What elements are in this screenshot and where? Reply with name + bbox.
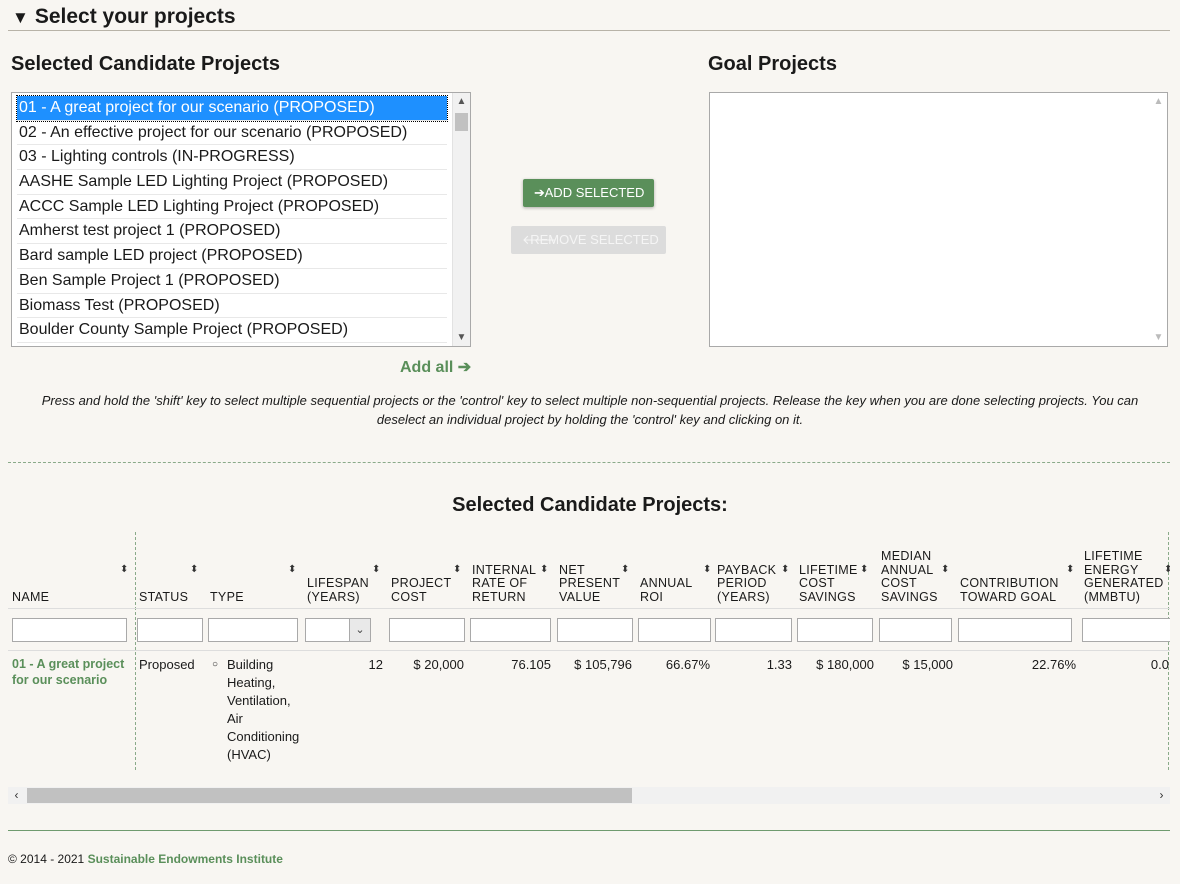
column-divider: [135, 532, 136, 770]
arrow-left-icon: 🡐: [522, 232, 557, 247]
filter-input-lifetime-savings[interactable]: [797, 618, 873, 642]
candidate-projects-title: Selected Candidate Projects: [11, 53, 280, 75]
row-name-link[interactable]: 01 - A great project for our scenario: [12, 656, 132, 688]
scroll-up-icon[interactable]: ▲: [453, 93, 470, 110]
chevron-down-icon[interactable]: ⌄: [349, 619, 370, 641]
cell-median-savings: $ 15,000: [902, 657, 953, 672]
project-option[interactable]: Amherst test project 1 (PROPOSED): [17, 219, 447, 245]
add-selected-button[interactable]: ➔ ADD SELECTED: [523, 179, 654, 207]
project-option[interactable]: ACCC Sample LED Lighting Project (PROPOS…: [17, 195, 447, 220]
goal-projects-title: Goal Projects: [708, 53, 837, 75]
remove-selected-button[interactable]: 🡐 REMOVE SELECTED: [511, 226, 666, 254]
collapse-triangle-icon[interactable]: ▼: [12, 5, 29, 31]
header-energy[interactable]: LIFETIME ENERGY GENERATED (MMBTU): [1084, 549, 1164, 606]
section-header[interactable]: ▼ Select your projects: [8, 4, 1170, 31]
project-option[interactable]: 02 - An effective project for our scenar…: [17, 121, 447, 146]
cell-lifetime-savings: $ 180,000: [816, 657, 874, 672]
type-text: Building Heating, Ventilation, Air Condi…: [227, 657, 300, 762]
sort-icon[interactable]: ⬍: [372, 564, 380, 575]
table-horizontal-scrollbar[interactable]: ‹ ›: [8, 787, 1170, 804]
candidate-projects-listbox[interactable]: 01 - A great project for our scenario (P…: [11, 92, 471, 347]
scroll-left-icon[interactable]: ‹: [8, 787, 25, 804]
filter-input-name[interactable]: [12, 618, 127, 642]
goal-projects-listbox[interactable]: ▲ ▼: [709, 92, 1168, 347]
sort-icon[interactable]: ⬍: [621, 564, 629, 575]
sort-icon[interactable]: ⬍: [860, 564, 868, 575]
projects-table: NAME ⬍ STATUS ⬍ TYPE ⬍ LIFESPAN (YEARS) ⬍ ⌄ PROJE…: [8, 532, 1170, 787]
selection-hint: Press and hold the 'shift' key to select…: [41, 393, 1139, 427]
sort-icon[interactable]: ⬍: [1164, 564, 1170, 575]
cell-contribution: 22.76%: [1031, 657, 1076, 672]
scroll-down-icon[interactable]: ▼: [1150, 329, 1167, 346]
filter-input-npv[interactable]: [557, 618, 633, 642]
sort-icon[interactable]: ⬍: [781, 564, 789, 575]
filter-input-median-savings[interactable]: [879, 618, 952, 642]
table-title: Selected Candidate Projects:: [452, 494, 728, 516]
header-irr[interactable]: INTERNAL RATE OF RETURN: [472, 550, 552, 606]
sort-icon[interactable]: ⬍: [453, 564, 461, 575]
sort-icon[interactable]: ⬍: [941, 564, 949, 575]
sort-icon[interactable]: ⬍: [120, 564, 128, 575]
filter-input-type[interactable]: [208, 618, 298, 642]
sort-icon[interactable]: ⬍: [703, 564, 711, 575]
header-project-cost[interactable]: PROJECT COST: [391, 550, 461, 606]
cell-npv: $ 105,796: [574, 657, 632, 672]
bullet-icon: ○: [212, 659, 219, 670]
section-title: Select your projects: [34, 5, 236, 28]
arrow-right-circle-icon: ➔: [534, 185, 545, 200]
cell-project-cost: $ 20,000: [413, 657, 464, 672]
listbox-scrollbar[interactable]: ▲ ▼: [452, 93, 470, 346]
project-option[interactable]: Ben Sample Project 1 (PROPOSED): [17, 269, 447, 294]
header-contribution[interactable]: CONTRIBUTION TOWARD GOAL: [960, 550, 1070, 606]
filter-input-irr[interactable]: [470, 618, 551, 642]
header-type[interactable]: TYPE: [210, 550, 290, 606]
scroll-up-icon[interactable]: ▲: [1150, 93, 1167, 110]
org-link[interactable]: Sustainable Endowments Institute: [88, 852, 283, 866]
sort-icon[interactable]: ⬍: [288, 564, 296, 575]
filter-input-status[interactable]: [137, 618, 203, 642]
header-lifespan[interactable]: LIFESPAN (YEARS): [307, 550, 377, 606]
project-option[interactable]: 01 - A great project for our scenario (P…: [16, 95, 448, 122]
filter-input-payback[interactable]: [715, 618, 792, 642]
scroll-right-icon[interactable]: ›: [1153, 787, 1170, 804]
project-option[interactable]: Boulder County Sample Project (PROPOSED): [17, 318, 447, 343]
sort-icon[interactable]: ⬍: [1066, 564, 1074, 575]
scroll-down-icon[interactable]: ▼: [453, 329, 470, 346]
cell-energy: 0.0: [1150, 657, 1169, 672]
filter-input-annual-roi[interactable]: [638, 618, 711, 642]
cell-lifespan: 12: [368, 657, 383, 672]
filter-input-project-cost[interactable]: [389, 618, 465, 642]
project-option[interactable]: Bard sample LED project (PROPOSED): [17, 244, 447, 269]
header-annual-roi[interactable]: ANNUAL ROI: [640, 550, 710, 606]
sort-icon[interactable]: ⬍: [540, 564, 548, 575]
scrollbar-thumb[interactable]: [455, 113, 468, 131]
header-payback[interactable]: PAYBACK PERIOD (YEARS): [717, 550, 792, 606]
header-median-savings[interactable]: MEDIAN ANNUAL COST SAVINGS: [881, 549, 946, 606]
goal-listbox-scrollbar[interactable]: ▲ ▼: [1150, 93, 1167, 346]
add-all-link[interactable]: Add all ➔: [400, 357, 471, 377]
project-option[interactable]: 03 - Lighting controls (IN-PROGRESS): [17, 145, 447, 171]
arrow-right-icon: ➔: [457, 359, 472, 376]
filter-input-energy[interactable]: [1082, 618, 1170, 642]
footer: © 2014 - 2021 Sustainable Endowments Ins…: [8, 852, 283, 866]
header-status[interactable]: STATUS: [139, 550, 194, 606]
cell-irr: 76.105: [511, 657, 551, 672]
project-option[interactable]: AASHE Sample LED Lighting Project (PROPO…: [17, 170, 447, 195]
project-option[interactable]: Biomass Test (PROPOSED): [17, 294, 447, 319]
header-name[interactable]: NAME: [12, 550, 122, 606]
scrollbar-thumb[interactable]: [27, 788, 632, 803]
filter-select-lifespan[interactable]: ⌄: [305, 618, 371, 642]
cell-annual-roi: 66.67%: [665, 657, 710, 672]
cell-payback: 1.33: [766, 657, 792, 672]
cell-status: Proposed: [139, 657, 195, 672]
footer-divider: [8, 830, 1170, 831]
sort-icon[interactable]: ⬍: [190, 564, 198, 575]
divider: [8, 462, 1170, 463]
filter-input-contribution[interactable]: [958, 618, 1072, 642]
header-npv[interactable]: NET PRESENT VALUE: [559, 550, 629, 606]
header-lifetime-savings[interactable]: LIFETIME COST SAVINGS: [799, 550, 869, 606]
